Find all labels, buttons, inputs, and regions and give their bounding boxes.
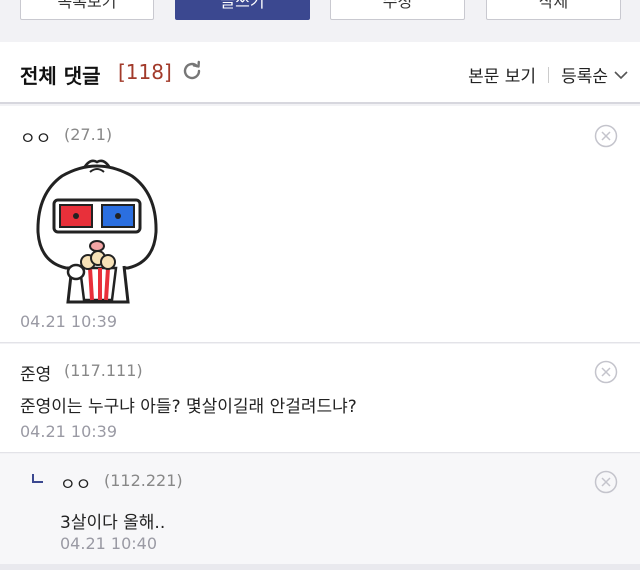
write-button[interactable]: 글쓰기 xyxy=(175,0,310,20)
delete-button[interactable]: 삭제 xyxy=(486,0,621,20)
sort-dropdown[interactable]: 등록순 xyxy=(561,62,608,87)
comment-item: 준영 (117.111) 준영이는 누구냐 아들? 몇살이길래 안걸려드냐? 0… xyxy=(0,344,640,453)
comment-body: 준영이는 누구냐 아들? 몇살이길래 안걸려드냐? xyxy=(20,397,357,417)
comment-author: ㅇㅇ xyxy=(60,475,92,495)
post-action-bar: 목록보기 글쓰기 수정 삭제 xyxy=(0,0,640,38)
divider xyxy=(0,564,640,570)
comment-ip: (112.221) xyxy=(104,471,183,490)
comment-date: 04.21 10:39 xyxy=(20,422,117,441)
delete-comment-icon[interactable] xyxy=(594,470,618,494)
divider xyxy=(548,66,550,83)
comment-ip: (27.1) xyxy=(64,125,113,144)
comment-author: ㅇㅇ xyxy=(20,129,52,149)
reply-arrow-icon xyxy=(32,474,43,483)
dumpling-emoticon-image xyxy=(36,159,158,304)
comment-header-controls: 본문 보기 등록순 xyxy=(468,62,628,87)
view-post-link[interactable]: 본문 보기 xyxy=(468,62,536,87)
list-button[interactable]: 목록보기 xyxy=(20,0,154,20)
comment-author: 준영 xyxy=(20,365,52,385)
comment-header-title: 전체 댓글 xyxy=(20,64,101,88)
comment-body: 3살이다 올해.. xyxy=(60,513,166,533)
edit-button[interactable]: 수정 xyxy=(330,0,465,20)
comment-item: ㅇㅇ (27.1) 04.21 10:39 xyxy=(0,106,640,343)
chevron-down-icon[interactable] xyxy=(614,70,628,80)
comment-header: 전체 댓글 [118] 본문 보기 등록순 xyxy=(0,42,640,104)
comment-date: 04.21 10:39 xyxy=(20,312,117,331)
comment-ip: (117.111) xyxy=(64,361,143,380)
delete-comment-icon[interactable] xyxy=(594,124,618,148)
delete-comment-icon[interactable] xyxy=(594,360,618,384)
refresh-icon[interactable] xyxy=(180,59,204,83)
reply-item: ㅇㅇ (112.221) 3살이다 올해.. 04.21 10:40 xyxy=(0,454,640,565)
comment-date: 04.21 10:40 xyxy=(60,534,157,553)
comment-count: [118] xyxy=(118,60,172,84)
